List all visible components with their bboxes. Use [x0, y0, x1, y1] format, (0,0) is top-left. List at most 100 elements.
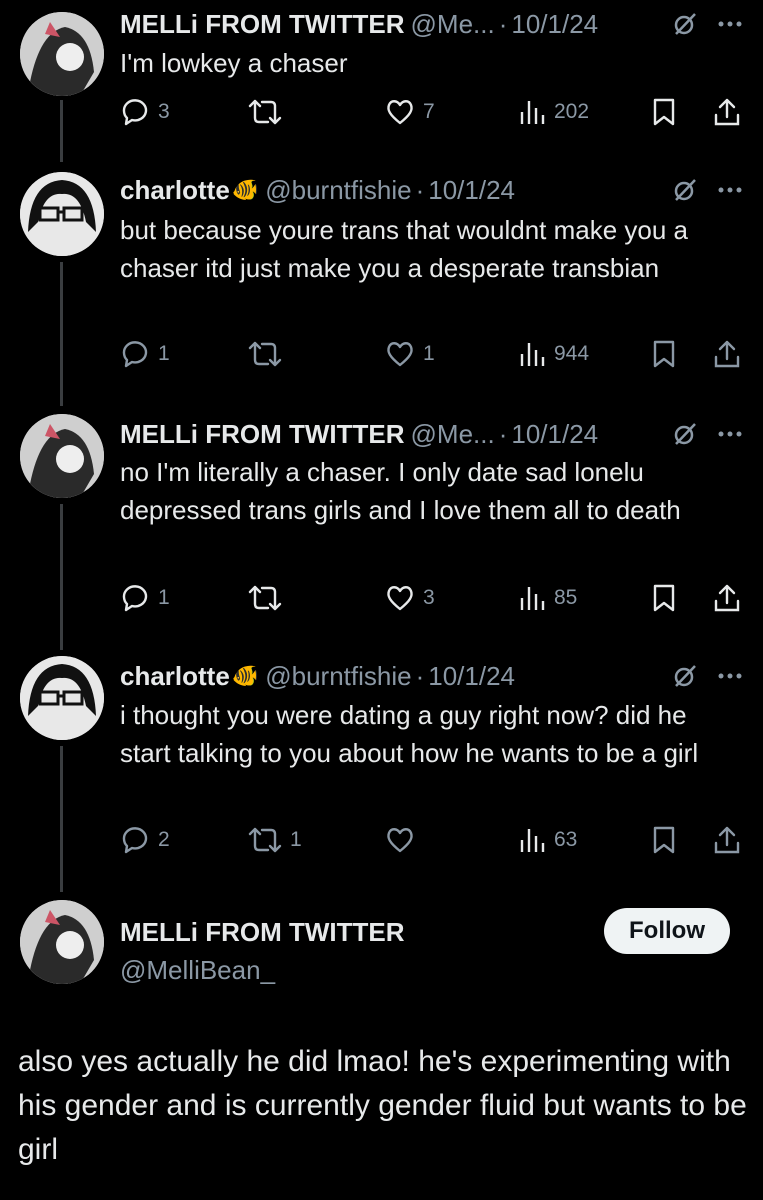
avatar[interactable] [20, 12, 104, 96]
separator-dot: · [498, 8, 508, 39]
bookmark-button[interactable] [652, 822, 676, 858]
share-button[interactable] [713, 580, 741, 616]
retweet-count: 1 [290, 828, 302, 851]
views-icon [520, 101, 545, 124]
like-count: 1 [423, 342, 435, 365]
like-count: 7 [423, 100, 435, 123]
like-button[interactable]: 3 [385, 580, 435, 616]
retweet-button[interactable] [248, 336, 290, 372]
like-button[interactable]: 1 [385, 336, 435, 372]
bookmark-button[interactable] [652, 336, 676, 372]
tweet-text: I'm lowkey a chaser [120, 48, 348, 78]
retweet-icon [248, 827, 282, 853]
share-icon [714, 98, 740, 126]
reply-button[interactable]: 1 [120, 336, 170, 372]
more-icon[interactable] [717, 186, 743, 194]
share-button[interactable] [713, 822, 741, 858]
retweet-button[interactable] [248, 94, 290, 130]
more-icon[interactable] [717, 20, 743, 28]
reply-icon [122, 827, 148, 854]
user-handle[interactable]: @Me... [411, 9, 495, 40]
action-bar: 1 1 944 [120, 336, 745, 372]
display-name[interactable]: charlotte [120, 175, 230, 206]
more-icon[interactable] [717, 672, 743, 680]
action-bar: 3 7 202 [120, 94, 745, 130]
reply-button[interactable]: 2 [120, 822, 170, 858]
avatar[interactable] [20, 656, 104, 740]
avatar[interactable] [20, 900, 104, 984]
share-button[interactable] [713, 94, 741, 130]
tweet-date[interactable]: 10/1/24 [428, 175, 515, 206]
user-handle[interactable]: @burntfishie [265, 661, 411, 692]
reply-count: 1 [158, 586, 170, 609]
user-handle[interactable]: @Me... [411, 419, 495, 450]
fish-emoji: 🐠 [231, 177, 260, 202]
reply-icon [122, 585, 148, 612]
grok-icon[interactable] [671, 420, 699, 448]
like-button[interactable] [385, 822, 423, 858]
user-handle[interactable]: @burntfishie [265, 175, 411, 206]
thread-line [60, 262, 63, 406]
separator-dot: · [415, 660, 425, 691]
reply-icon [122, 341, 148, 368]
user-handle[interactable]: @MelliBean_ [120, 955, 275, 986]
tweet-date[interactable]: 10/1/24 [511, 419, 598, 450]
display-name[interactable]: charlotte [120, 661, 230, 692]
bookmark-icon [653, 826, 675, 854]
share-icon [714, 826, 740, 854]
display-name[interactable]: MELLi FROM TWITTER [120, 419, 405, 450]
retweet-button[interactable] [248, 580, 290, 616]
bookmark-button[interactable] [652, 580, 676, 616]
views-button[interactable]: 63 [518, 822, 577, 858]
display-name[interactable]: MELLi FROM TWITTER [120, 917, 405, 948]
follow-button[interactable]: Follow [604, 908, 730, 954]
reply-button[interactable]: 3 [120, 94, 170, 130]
bookmark-icon [653, 584, 675, 612]
fish-emoji: 🐠 [231, 663, 260, 688]
tweet-date[interactable]: 10/1/24 [428, 661, 515, 692]
main-tweet-text: also yes actually he did lmao! he's expe… [18, 1045, 747, 1166]
reply-button[interactable]: 1 [120, 580, 170, 616]
like-icon [387, 342, 413, 367]
tweet-text: no I'm literally a chaser. I only date s… [120, 457, 681, 525]
grok-icon[interactable] [671, 662, 699, 690]
views-count: 63 [554, 828, 578, 851]
retweet-icon [248, 99, 282, 125]
like-icon [387, 828, 413, 853]
reply-count: 2 [158, 828, 170, 851]
display-name[interactable]: MELLi FROM TWITTER [120, 9, 405, 40]
more-icon[interactable] [717, 430, 743, 438]
reply-icon [122, 99, 148, 126]
tweet-text: but because youre trans that wouldnt mak… [120, 215, 689, 283]
like-button[interactable]: 7 [385, 94, 435, 130]
grok-icon[interactable] [671, 176, 699, 204]
like-count: 3 [423, 586, 435, 609]
views-button[interactable]: 944 [518, 336, 589, 372]
thread-line [60, 746, 63, 892]
retweet-icon [248, 341, 282, 367]
share-icon [714, 584, 740, 612]
thread-line [60, 100, 63, 162]
views-count: 202 [554, 100, 590, 123]
views-count: 944 [554, 342, 590, 365]
grok-icon[interactable] [671, 10, 699, 38]
separator-dot: · [415, 174, 425, 205]
tweet-date[interactable]: 10/1/24 [511, 9, 598, 40]
views-count: 85 [554, 586, 578, 609]
views-button[interactable]: 85 [518, 580, 577, 616]
share-button[interactable] [713, 336, 741, 372]
action-bar: 2 1 63 [120, 822, 745, 858]
separator-dot: · [498, 418, 508, 449]
retweet-button[interactable]: 1 [248, 822, 302, 858]
thread-line [60, 504, 63, 650]
action-bar: 1 3 85 [120, 580, 745, 616]
like-icon [387, 586, 413, 611]
reply-count: 3 [158, 100, 170, 123]
avatar[interactable] [20, 414, 104, 498]
like-icon [387, 100, 413, 125]
avatar[interactable] [20, 172, 104, 256]
retweet-icon [248, 585, 282, 611]
bookmark-button[interactable] [652, 94, 676, 130]
views-button[interactable]: 202 [518, 94, 589, 130]
views-icon [520, 829, 545, 852]
